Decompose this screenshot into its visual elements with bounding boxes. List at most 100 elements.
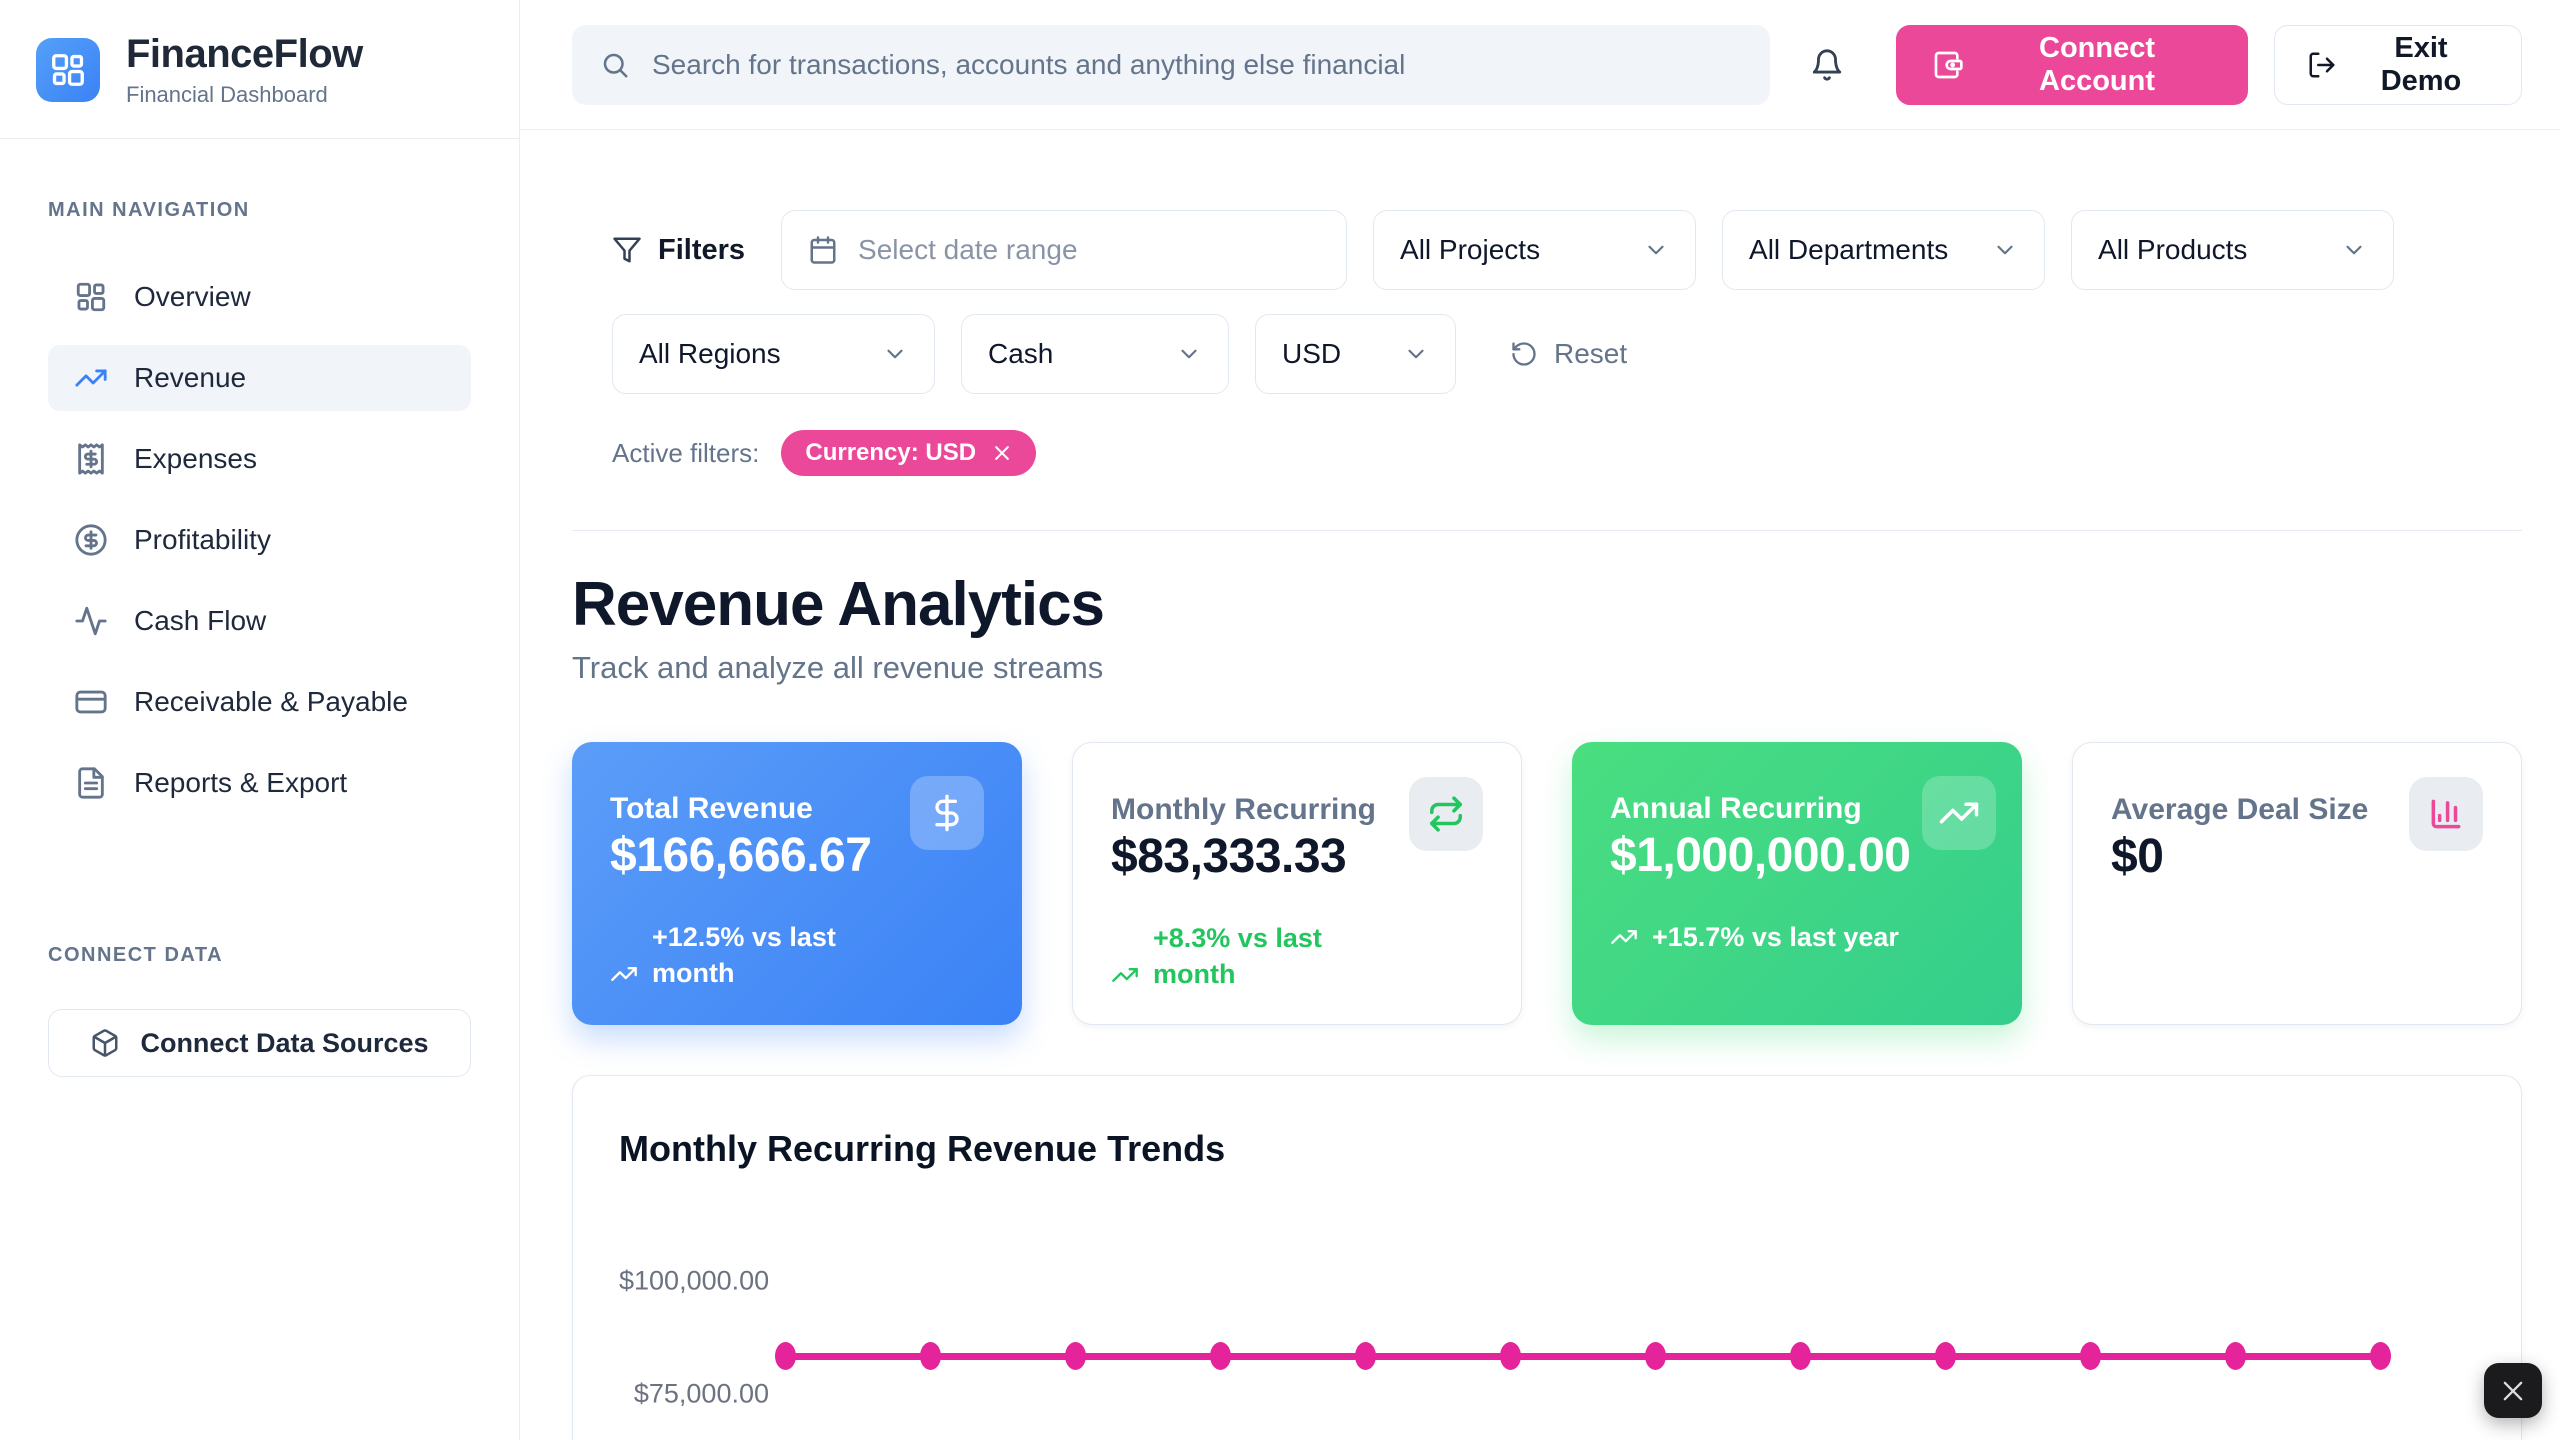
cube-icon [90,1028,120,1058]
chart-data-point[interactable] [1355,1342,1376,1370]
connect-account-label: Connect Account [1982,32,2212,98]
stat-label: Total Revenue [610,792,871,826]
stat-value: $1,000,000.00 [1610,828,1910,883]
stat-value: $83,333.33 [1111,829,1376,884]
dropdown-value: Cash [988,338,1053,370]
stat-card-average-deal-size: Average Deal Size $0 [2072,742,2522,1025]
sidebar-item-label: Overview [134,281,251,313]
connect-account-button[interactable]: Connect Account [1896,25,2248,105]
logout-icon [2307,50,2337,80]
chart-data-point[interactable] [1935,1342,1956,1370]
activity-icon [74,604,108,638]
chevron-down-icon [2341,237,2367,263]
search-input[interactable] [652,49,1742,81]
stat-label: Average Deal Size [2111,793,2368,827]
sidebar-item-overview[interactable]: Overview [48,264,471,330]
filter-dropdown-regions[interactable]: All Regions [612,314,935,394]
sidebar-item-reports-export[interactable]: Reports & Export [48,750,471,816]
app-root: FinanceFlow Financial Dashboard MAIN NAV… [0,0,2560,1440]
chart-line [785,1353,2380,1360]
chip-label: Currency: USD [805,439,976,467]
stat-value: $0 [2111,829,2368,884]
sidebar-item-receivable-payable[interactable]: Receivable & Payable [48,669,471,735]
notifications-button[interactable] [1810,48,1844,82]
chart-data-point[interactable] [2370,1342,2391,1370]
dropdown-value: All Departments [1749,234,1948,266]
trending-up-icon [1922,776,1996,850]
dropdown-value: USD [1282,338,1341,370]
stat-label: Monthly Recurring [1111,793,1376,827]
app-title: FinanceFlow [126,32,363,77]
reset-filters-button[interactable]: Reset [1510,338,1627,370]
stat-trend: +8.3% vs last month [1111,920,1483,993]
close-widget-button[interactable] [2484,1363,2542,1418]
date-range-input[interactable] [781,210,1347,290]
sidebar-item-label: Cash Flow [134,605,266,637]
filter-dropdown-payment-type[interactable]: Cash [961,314,1229,394]
chart-data-point[interactable] [1500,1342,1521,1370]
chart-data-point[interactable] [1065,1342,1086,1370]
filters-label: Filters [658,234,745,267]
calendar-icon [808,235,838,265]
brand: FinanceFlow Financial Dashboard [0,0,519,139]
chevron-down-icon [1403,341,1429,367]
section-divider [572,530,2522,531]
sidebar-item-cash-flow[interactable]: Cash Flow [48,588,471,654]
dropdown-value: All Projects [1400,234,1540,266]
repeat-icon [1409,777,1483,851]
filters-section: Filters All Projects [572,210,2522,476]
stat-value: $166,666.67 [610,828,871,883]
sidebar-item-revenue[interactable]: Revenue [48,345,471,411]
sidebar-item-profitability[interactable]: Profitability [48,507,471,573]
sidebar-item-label: Revenue [134,362,246,394]
exit-demo-label: Exit Demo [2353,32,2489,98]
trending-up-icon [1610,923,1638,951]
active-filters-label: Active filters: [612,438,759,469]
bell-icon [1810,48,1844,82]
file-text-icon [74,766,108,800]
chart-data-point[interactable] [1210,1342,1231,1370]
chevron-down-icon [1992,237,2018,263]
chart-data-point[interactable] [920,1342,941,1370]
stat-card-annual-recurring: Annual Recurring $1,000,000.00 +15.7% vs… [1572,742,2022,1025]
trending-up-icon [74,361,108,395]
page-title: Revenue Analytics [572,569,2522,640]
search-box[interactable] [572,25,1770,105]
sidebar: FinanceFlow Financial Dashboard MAIN NAV… [0,0,520,1440]
funnel-icon [612,235,642,265]
chart-data-point[interactable] [2080,1342,2101,1370]
content: Filters All Projects [520,130,2560,1440]
stat-label: Annual Recurring [1610,792,1910,826]
filter-dropdown-products[interactable]: All Products [2071,210,2394,290]
stat-trend: +15.7% vs last year [1610,919,1984,955]
connect-section-heading: CONNECT DATA [48,944,471,967]
currency-filter-chip[interactable]: Currency: USD [781,430,1036,476]
dollar-icon [910,776,984,850]
filter-dropdown-currency[interactable]: USD [1255,314,1456,394]
stat-card-monthly-recurring: Monthly Recurring $83,333.33 +8.3% [1072,742,1522,1025]
active-filters-row: Active filters: Currency: USD [612,430,2522,476]
search-icon [600,50,630,80]
chart-title: Monthly Recurring Revenue Trends [619,1128,2475,1170]
chart-plot: $100,000.00 $75,000.00 $50,000.00 [619,1182,2475,1440]
chart-data-point[interactable] [1790,1342,1811,1370]
dollar-circle-icon [74,523,108,557]
exit-demo-button[interactable]: Exit Demo [2274,25,2522,105]
connect-data-sources-label: Connect Data Sources [140,1028,428,1059]
sidebar-item-expenses[interactable]: Expenses [48,426,471,492]
sidebar-item-label: Reports & Export [134,767,347,799]
date-range-field[interactable] [858,234,1320,266]
chart-data-point[interactable] [775,1342,796,1370]
nav-section-heading: MAIN NAVIGATION [48,199,471,222]
y-axis-tick: $100,000.00 [619,1266,769,1297]
receipt-icon [74,442,108,476]
connect-data-sources-button[interactable]: Connect Data Sources [48,1009,471,1077]
filter-dropdown-projects[interactable]: All Projects [1373,210,1696,290]
app-logo-icon [36,38,100,102]
chart-data-point[interactable] [2225,1342,2246,1370]
filter-dropdown-departments[interactable]: All Departments [1722,210,2045,290]
stats-row: Total Revenue $166,666.67 +12.5% v [572,742,2522,1025]
close-icon[interactable] [992,443,1012,463]
chart-data-point[interactable] [1645,1342,1666,1370]
filters-heading: Filters [612,234,745,267]
